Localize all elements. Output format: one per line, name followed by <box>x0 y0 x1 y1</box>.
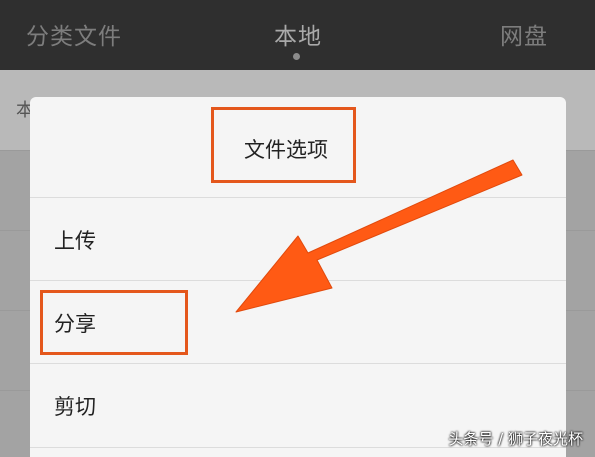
watermark: 头条号 / 狮子夜光杯 <box>448 430 583 448</box>
pointer-arrow-icon <box>235 159 523 313</box>
